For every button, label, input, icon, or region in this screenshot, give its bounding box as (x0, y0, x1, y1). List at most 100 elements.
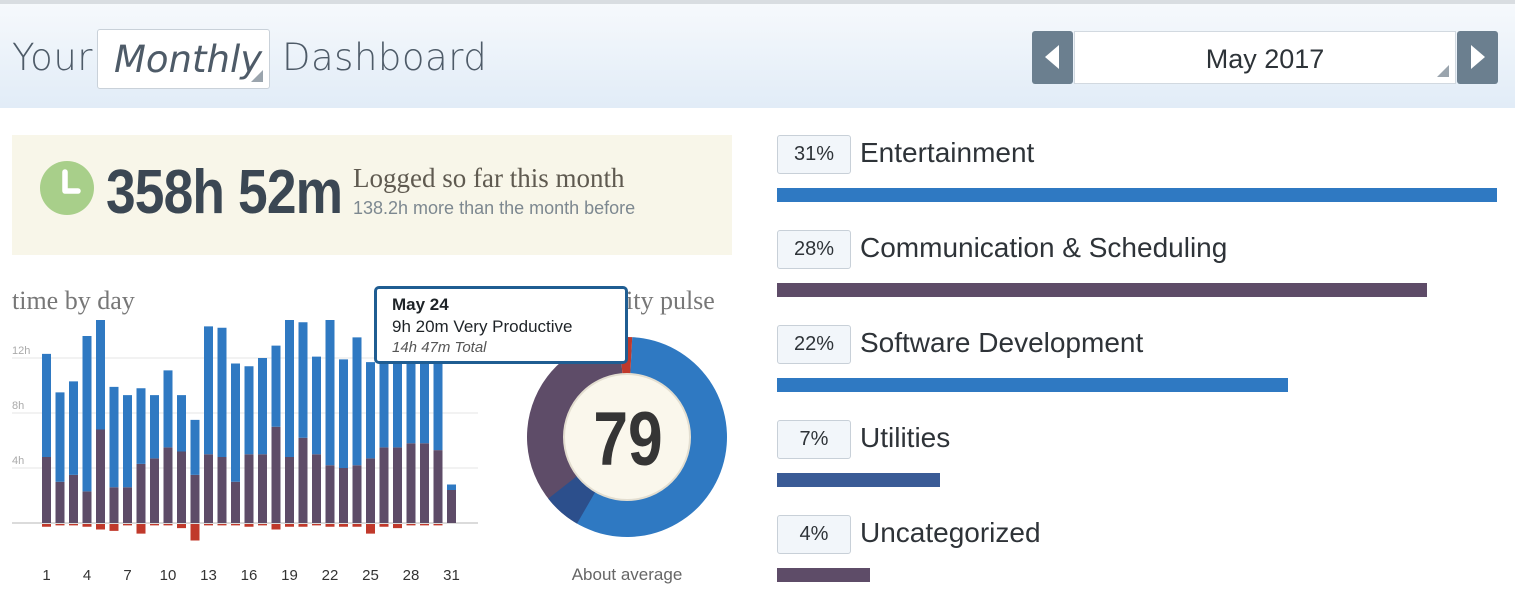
bar-neutral (379, 447, 389, 523)
bar-distracting (82, 524, 92, 527)
bar-productive (204, 326, 213, 455)
bar-neutral (258, 454, 267, 523)
bar-productive (109, 386, 119, 488)
bar-neutral (393, 447, 402, 523)
category-row[interactable]: 28% Communication & Scheduling (777, 230, 1515, 300)
x-tick-label: 28 (403, 567, 420, 584)
bar-neutral (420, 443, 429, 523)
bar-neutral (96, 429, 105, 523)
next-month-button[interactable] (1457, 31, 1498, 84)
bar-distracting (366, 524, 375, 534)
bar-distracting (42, 524, 51, 527)
bar-productive (271, 345, 281, 427)
bar-distracting (231, 524, 240, 526)
bar-neutral (312, 454, 321, 523)
bar-neutral (217, 457, 227, 523)
chevron-left-icon (1045, 45, 1059, 69)
x-tick-label: 10 (160, 567, 177, 584)
bar-neutral (366, 458, 375, 523)
x-tick-label: 19 (281, 567, 298, 584)
bar-distracting (123, 524, 132, 526)
bar-neutral (69, 474, 78, 523)
bar-distracting (339, 524, 348, 527)
bar-distracting (393, 524, 402, 529)
category-row[interactable]: 4% Uncategorized (777, 515, 1515, 585)
category-name: Uncategorized (860, 517, 1041, 548)
bar-neutral (190, 474, 200, 523)
month-select-value: May 2017 (1205, 44, 1325, 74)
bar-productive (217, 327, 227, 457)
dropdown-corner-icon (1437, 65, 1449, 77)
tooltip-date: May 24 (392, 295, 449, 314)
bar-productive (231, 363, 240, 482)
bar-distracting (217, 524, 227, 526)
bar-distracting (433, 524, 443, 526)
category-row[interactable]: 7% Utilities (777, 420, 1515, 490)
category-name: Software Development (860, 327, 1144, 358)
bar-neutral (298, 437, 308, 523)
category-percent: 7% (777, 420, 851, 459)
bar-distracting (379, 524, 389, 527)
bar-neutral (325, 465, 335, 523)
category-percent: 4% (777, 515, 851, 554)
category-name: Entertainment (860, 137, 1035, 168)
bar-distracting (69, 524, 78, 526)
title-prefix: Your (12, 36, 93, 79)
bar-neutral (231, 481, 240, 523)
category-row[interactable]: 22% Software Development (777, 325, 1515, 395)
bar-neutral (271, 426, 281, 523)
previous-month-button[interactable] (1032, 31, 1073, 84)
bar-productive (285, 320, 294, 457)
x-tick-label: 7 (123, 567, 131, 584)
bar-productive (96, 320, 105, 430)
bar-distracting (271, 524, 281, 530)
period-select[interactable]: Monthly (97, 29, 270, 89)
bar-distracting (150, 524, 159, 526)
bar-neutral (109, 487, 119, 523)
logged-summary: 358h 52m Logged so far this month 138.2h… (12, 135, 732, 255)
logged-comparison: 138.2h more than the month before (353, 198, 636, 218)
month-select[interactable]: May 2017 (1074, 31, 1456, 84)
bar-distracting (285, 524, 294, 527)
x-tick-label: 13 (200, 567, 217, 584)
tooltip-productive: 9h 20m Very Productive (392, 317, 573, 336)
bar-productive (352, 337, 362, 466)
bar-neutral (447, 490, 456, 523)
logged-label: Logged so far this month (353, 163, 625, 193)
bar-neutral (82, 491, 92, 523)
bar-neutral (163, 447, 173, 523)
category-percent: 28% (777, 230, 851, 269)
bar-productive (190, 419, 200, 475)
productivity-pulse-title: ity pulse (626, 286, 715, 315)
bar-productive (69, 381, 78, 475)
title-suffix: Dashboard (282, 36, 488, 79)
x-tick-label: 22 (322, 567, 339, 584)
pulse-caption: About average (571, 565, 683, 584)
bar-neutral (285, 457, 294, 523)
category-name: Utilities (860, 422, 951, 453)
clock-icon (40, 161, 94, 215)
tooltip-total: 14h 47m Total (392, 339, 487, 356)
bar-productive (298, 322, 308, 438)
category-percent: 31% (777, 135, 851, 174)
bar-productive (312, 356, 321, 455)
x-tick-label: 4 (83, 567, 91, 584)
bar-neutral (55, 481, 65, 523)
bar-productive (244, 366, 254, 455)
bar-distracting (406, 524, 416, 526)
day-tooltip: May 24 9h 20m Very Productive 14h 47m To… (374, 286, 628, 364)
bar-distracting (298, 524, 308, 527)
category-bar (777, 188, 1497, 202)
category-row[interactable]: 31% Entertainment (777, 135, 1515, 205)
bar-productive (82, 336, 92, 492)
bar-neutral (406, 443, 416, 523)
bar-distracting (258, 524, 267, 526)
x-tick-label: 16 (241, 567, 258, 584)
bar-productive (136, 388, 146, 464)
bar-productive (366, 362, 375, 459)
bar-neutral (177, 451, 186, 523)
logged-total: 358h 52m (106, 158, 343, 227)
category-name: Communication & Scheduling (860, 232, 1228, 263)
bar-neutral (204, 454, 213, 523)
bar-productive (258, 358, 267, 455)
